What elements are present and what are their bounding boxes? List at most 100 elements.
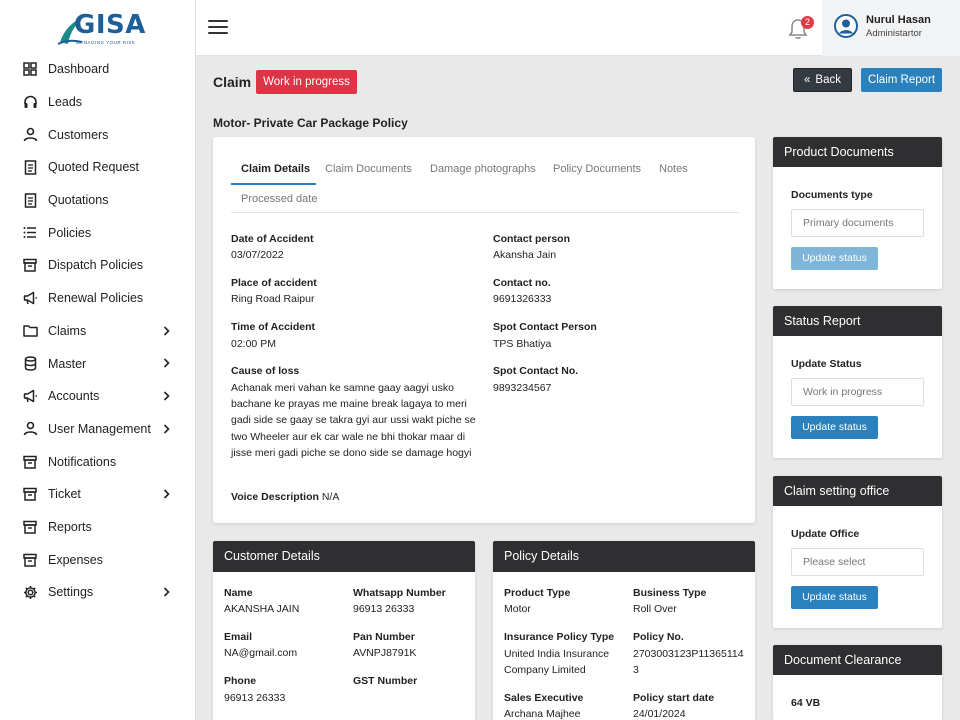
update-office-select[interactable]: Please select xyxy=(791,548,924,576)
menu-toggle-icon[interactable] xyxy=(208,20,228,36)
phone-value: 96913 26333 xyxy=(224,692,286,704)
sidebar-item-label: Notifications xyxy=(48,454,117,469)
customer-name-value: AKANSHA JAIN xyxy=(224,603,300,615)
user-icon xyxy=(22,421,38,437)
date-of-accident-label: Date of Accident xyxy=(231,233,314,245)
voice-description-value: N/A xyxy=(321,491,340,503)
sidebar-item-quoted-request[interactable]: Quoted Request xyxy=(0,151,196,184)
sidebar-item-policies[interactable]: Policies xyxy=(0,216,196,249)
sidebar-item-label: Dispatch Policies xyxy=(48,258,144,273)
archive-icon xyxy=(22,519,38,535)
headset-icon xyxy=(22,94,38,110)
sidebar-item-leads[interactable]: Leads xyxy=(0,86,196,119)
claim-tabs: Claim Details Claim Documents Damage pho… xyxy=(231,153,739,213)
sidebar-item-label: Renewal Policies xyxy=(48,291,144,306)
tab-damage-photographs[interactable]: Damage photographs xyxy=(430,163,536,175)
time-of-accident-label: Time of Accident xyxy=(231,321,316,333)
brand-name: GISA xyxy=(74,10,146,40)
double-chevron-left-icon: « xyxy=(804,74,811,86)
status-report-title: Status Report xyxy=(773,306,942,336)
sidebar-item-label: Expenses xyxy=(48,552,103,567)
voice-description-label: Voice Description xyxy=(231,491,319,503)
pan-value: AVNPJ8791K xyxy=(353,647,417,659)
sidebar-item-renewal-policies[interactable]: Renewal Policies xyxy=(0,282,196,315)
update-documents-status-button[interactable]: Update status xyxy=(791,247,878,270)
database-icon xyxy=(22,356,38,372)
sidebar-item-master[interactable]: Master xyxy=(0,347,196,380)
sidebar-item-label: Dashboard xyxy=(48,62,110,77)
contact-person-value: Akansha Jain xyxy=(493,249,557,261)
chevron-right-icon xyxy=(163,586,170,600)
tab-processed-date[interactable]: Processed date xyxy=(241,193,317,205)
contact-no-label: Contact no. xyxy=(493,277,551,289)
user-icon xyxy=(22,127,38,143)
gst-label: GST Number xyxy=(353,675,418,687)
tab-claim-details[interactable]: Claim Details xyxy=(241,163,310,175)
update-status-select[interactable]: Work in progress xyxy=(791,378,924,406)
sidebar-item-customers[interactable]: Customers xyxy=(0,118,196,151)
back-button[interactable]: « Back xyxy=(793,68,852,92)
sidebar-item-label: Policies xyxy=(48,225,92,240)
sidebar-item-quotations[interactable]: Quotations xyxy=(0,184,196,217)
sidebar-item-dashboard[interactable]: Dashboard xyxy=(0,53,196,86)
documents-type-label: Documents type xyxy=(791,189,873,201)
business-type-value: Roll Over xyxy=(633,603,677,615)
brand-tagline: MANAGING YOUR RISK xyxy=(76,40,136,45)
sidebar-item-label: Ticket xyxy=(48,487,81,502)
update-office-button[interactable]: Update status xyxy=(791,586,878,609)
document-icon xyxy=(22,192,38,208)
sidebar-item-dispatch-policies[interactable]: Dispatch Policies xyxy=(0,249,196,282)
policy-no-label: Policy No. xyxy=(633,631,684,643)
sales-executive-label: Sales Executive xyxy=(504,692,584,704)
product-type-label: Product Type xyxy=(504,587,571,599)
sidebar: GISA MANAGING YOUR RISK Dashboard Leads Cu… xyxy=(0,0,196,720)
chevron-right-icon xyxy=(163,488,170,502)
place-of-accident-value: Ring Road Raipur xyxy=(231,293,315,305)
cause-of-loss-label: Cause of loss xyxy=(231,365,300,377)
cause-of-loss-value: Achanak meri vahan ke samne gaay aagyi u… xyxy=(231,382,476,459)
document-clearance-label: 64 VB xyxy=(791,697,821,709)
policy-details-card: Policy Details Product Type Motor Busine… xyxy=(493,541,755,720)
page-title: Claim xyxy=(213,74,252,90)
folder-icon xyxy=(22,323,38,339)
user-role: Administartor xyxy=(866,28,922,39)
claim-details-card: Claim Details Claim Documents Damage pho… xyxy=(213,137,755,523)
sidebar-item-reports[interactable]: Reports xyxy=(0,511,196,544)
archive-icon xyxy=(22,454,38,470)
update-status-button[interactable]: Update status xyxy=(791,416,878,439)
megaphone-icon xyxy=(22,388,38,404)
sidebar-item-label: User Management xyxy=(48,421,151,436)
user-menu[interactable]: Nurul Hasan Administartor xyxy=(822,0,960,56)
time-of-accident-value: 02:00 PM xyxy=(231,338,276,350)
policy-details-title: Policy Details xyxy=(493,541,755,572)
whatsapp-label: Whatsapp Number xyxy=(353,587,446,599)
insurance-policy-type-value: United India Insurance Company Limited xyxy=(504,648,610,677)
sidebar-item-expenses[interactable]: Expenses xyxy=(0,543,196,576)
sales-executive-value: Archana Majhee xyxy=(504,708,581,720)
megaphone-icon xyxy=(22,290,38,306)
email-value: NA@gmail.com xyxy=(224,647,298,659)
place-of-accident-label: Place of accident xyxy=(231,277,317,289)
tab-claim-documents[interactable]: Claim Documents xyxy=(325,163,412,175)
sidebar-item-ticket[interactable]: Ticket xyxy=(0,478,196,511)
sidebar-item-notifications[interactable]: Notifications xyxy=(0,445,196,478)
sidebar-item-user-management[interactable]: User Management xyxy=(0,413,196,446)
product-type-value: Motor xyxy=(504,603,531,615)
documents-type-select[interactable]: Primary documents xyxy=(791,209,924,237)
contact-person-label: Contact person xyxy=(493,233,571,245)
voice-description: Voice Description N/A xyxy=(231,491,339,503)
status-report-panel: Status Report Update Status Work in prog… xyxy=(773,306,942,458)
topbar: 2 Nurul Hasan Administartor xyxy=(196,0,960,56)
tab-notes[interactable]: Notes xyxy=(659,163,688,175)
policy-no-value: 2703003123P113651143 xyxy=(633,648,744,677)
sidebar-item-accounts[interactable]: Accounts xyxy=(0,380,196,413)
email-label: Email xyxy=(224,631,253,643)
sidebar-item-settings[interactable]: Settings xyxy=(0,576,196,609)
brand-logo[interactable]: GISA MANAGING YOUR RISK xyxy=(56,6,145,50)
sidebar-item-claims[interactable]: Claims xyxy=(0,315,196,348)
tab-policy-documents[interactable]: Policy Documents xyxy=(553,163,641,175)
chevron-right-icon xyxy=(163,390,170,404)
pan-label: Pan Number xyxy=(353,631,415,643)
claim-report-button[interactable]: Claim Report xyxy=(861,68,942,92)
product-documents-panel: Product Documents Documents type Primary… xyxy=(773,137,942,289)
